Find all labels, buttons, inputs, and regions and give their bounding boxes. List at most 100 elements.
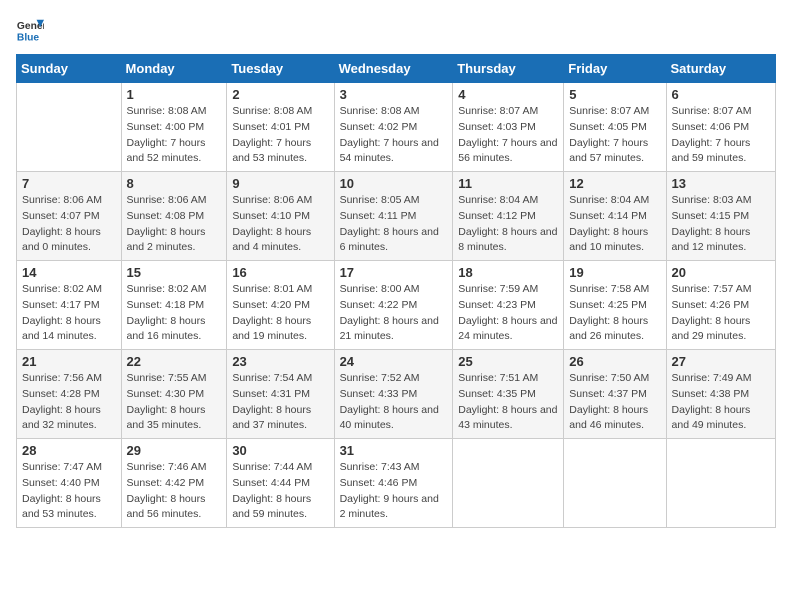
day-number: 11	[458, 176, 558, 191]
calendar-cell: 8Sunrise: 8:06 AMSunset: 4:08 PMDaylight…	[121, 172, 227, 261]
day-number: 10	[340, 176, 448, 191]
cell-info: Sunrise: 8:02 AMSunset: 4:18 PMDaylight:…	[127, 283, 207, 342]
cell-info: Sunrise: 8:06 AMSunset: 4:07 PMDaylight:…	[22, 194, 102, 253]
cell-info: Sunrise: 7:51 AMSunset: 4:35 PMDaylight:…	[458, 372, 557, 431]
cell-info: Sunrise: 8:02 AMSunset: 4:17 PMDaylight:…	[22, 283, 102, 342]
calendar-cell: 4Sunrise: 8:07 AMSunset: 4:03 PMDaylight…	[453, 83, 564, 172]
calendar-table: SundayMondayTuesdayWednesdayThursdayFrid…	[16, 54, 776, 528]
day-number: 1	[127, 87, 222, 102]
cell-info: Sunrise: 7:43 AMSunset: 4:46 PMDaylight:…	[340, 461, 439, 520]
day-number: 12	[569, 176, 660, 191]
cell-info: Sunrise: 8:07 AMSunset: 4:05 PMDaylight:…	[569, 105, 649, 164]
calendar-cell: 25 Sunrise: 7:51 AMSunset: 4:35 PMDayligh…	[453, 350, 564, 439]
cell-info: Sunrise: 7:55 AMSunset: 4:30 PMDaylight:…	[127, 372, 207, 431]
cell-info: Sunrise: 7:58 AMSunset: 4:25 PMDaylight:…	[569, 283, 649, 342]
cell-info: Sunrise: 7:47 AMSunset: 4:40 PMDaylight:…	[22, 461, 102, 520]
cell-info: Sunrise: 8:07 AMSunset: 4:03 PMDaylight:…	[458, 105, 557, 164]
calendar-cell: 23 Sunrise: 7:54 AMSunset: 4:31 PMDayligh…	[227, 350, 334, 439]
cell-info: Sunrise: 7:56 AMSunset: 4:28 PMDaylight:…	[22, 372, 102, 431]
day-number: 14	[22, 265, 116, 280]
weekday-header-cell: Wednesday	[334, 55, 453, 83]
page-header: General Blue	[16, 16, 776, 44]
cell-info: Sunrise: 7:46 AMSunset: 4:42 PMDaylight:…	[127, 461, 207, 520]
cell-info: Sunrise: 7:49 AMSunset: 4:38 PMDaylight:…	[672, 372, 752, 431]
day-number: 3	[340, 87, 448, 102]
day-number: 19	[569, 265, 660, 280]
calendar-cell: 26 Sunrise: 7:50 AMSunset: 4:37 PMDayligh…	[564, 350, 666, 439]
day-number: 9	[232, 176, 328, 191]
weekday-header-cell: Friday	[564, 55, 666, 83]
day-number: 20	[672, 265, 770, 280]
calendar-week-row: 21 Sunrise: 7:56 AMSunset: 4:28 PMDayligh…	[17, 350, 776, 439]
day-number: 16	[232, 265, 328, 280]
day-number: 6	[672, 87, 770, 102]
day-number: 24	[340, 354, 448, 369]
calendar-cell: 15 Sunrise: 8:02 AMSunset: 4:18 PMDayligh…	[121, 261, 227, 350]
calendar-cell: 22 Sunrise: 7:55 AMSunset: 4:30 PMDayligh…	[121, 350, 227, 439]
calendar-cell: 30Sunrise: 7:44 AMSunset: 4:44 PMDayligh…	[227, 439, 334, 528]
day-number: 7	[22, 176, 116, 191]
day-number: 22	[127, 354, 222, 369]
weekday-header-cell: Saturday	[666, 55, 775, 83]
cell-info: Sunrise: 8:04 AMSunset: 4:14 PMDaylight:…	[569, 194, 649, 253]
logo: General Blue	[16, 16, 44, 44]
cell-info: Sunrise: 8:08 AMSunset: 4:00 PMDaylight:…	[127, 105, 207, 164]
cell-info: Sunrise: 7:50 AMSunset: 4:37 PMDaylight:…	[569, 372, 649, 431]
cell-info: Sunrise: 7:54 AMSunset: 4:31 PMDaylight:…	[232, 372, 312, 431]
day-number: 13	[672, 176, 770, 191]
calendar-cell: 1 Sunrise: 8:08 AMSunset: 4:00 PMDaylight…	[121, 83, 227, 172]
calendar-cell: 3 Sunrise: 8:08 AMSunset: 4:02 PMDaylight…	[334, 83, 453, 172]
calendar-cell	[17, 83, 122, 172]
calendar-cell: 14 Sunrise: 8:02 AMSunset: 4:17 PMDayligh…	[17, 261, 122, 350]
logo-icon: General Blue	[16, 16, 44, 44]
calendar-cell: 29 Sunrise: 7:46 AMSunset: 4:42 PMDayligh…	[121, 439, 227, 528]
cell-info: Sunrise: 7:52 AMSunset: 4:33 PMDaylight:…	[340, 372, 439, 431]
day-number: 8	[127, 176, 222, 191]
day-number: 31	[340, 443, 448, 458]
cell-info: Sunrise: 8:08 AMSunset: 4:01 PMDaylight:…	[232, 105, 312, 164]
calendar-week-row: 14 Sunrise: 8:02 AMSunset: 4:17 PMDayligh…	[17, 261, 776, 350]
calendar-cell	[666, 439, 775, 528]
cell-info: Sunrise: 8:00 AMSunset: 4:22 PMDaylight:…	[340, 283, 439, 342]
day-number: 25	[458, 354, 558, 369]
weekday-header-cell: Thursday	[453, 55, 564, 83]
day-number: 28	[22, 443, 116, 458]
calendar-cell: 31 Sunrise: 7:43 AMSunset: 4:46 PMDayligh…	[334, 439, 453, 528]
calendar-cell: 6 Sunrise: 8:07 AMSunset: 4:06 PMDaylight…	[666, 83, 775, 172]
cell-info: Sunrise: 8:03 AMSunset: 4:15 PMDaylight:…	[672, 194, 752, 253]
day-number: 5	[569, 87, 660, 102]
calendar-cell: 18Sunrise: 7:59 AMSunset: 4:23 PMDayligh…	[453, 261, 564, 350]
calendar-cell: 24 Sunrise: 7:52 AMSunset: 4:33 PMDayligh…	[334, 350, 453, 439]
cell-info: Sunrise: 7:59 AMSunset: 4:23 PMDaylight:…	[458, 283, 557, 342]
calendar-cell: 27 Sunrise: 7:49 AMSunset: 4:38 PMDayligh…	[666, 350, 775, 439]
calendar-cell: 28 Sunrise: 7:47 AMSunset: 4:40 PMDayligh…	[17, 439, 122, 528]
calendar-cell: 9Sunrise: 8:06 AMSunset: 4:10 PMDaylight…	[227, 172, 334, 261]
calendar-week-row: 1 Sunrise: 8:08 AMSunset: 4:00 PMDaylight…	[17, 83, 776, 172]
calendar-cell	[564, 439, 666, 528]
calendar-cell: 20 Sunrise: 7:57 AMSunset: 4:26 PMDayligh…	[666, 261, 775, 350]
calendar-week-row: 28 Sunrise: 7:47 AMSunset: 4:40 PMDayligh…	[17, 439, 776, 528]
calendar-cell: 17Sunrise: 8:00 AMSunset: 4:22 PMDayligh…	[334, 261, 453, 350]
calendar-cell: 2Sunrise: 8:08 AMSunset: 4:01 PMDaylight…	[227, 83, 334, 172]
cell-info: Sunrise: 8:07 AMSunset: 4:06 PMDaylight:…	[672, 105, 752, 164]
calendar-cell: 11 Sunrise: 8:04 AMSunset: 4:12 PMDayligh…	[453, 172, 564, 261]
day-number: 23	[232, 354, 328, 369]
day-number: 29	[127, 443, 222, 458]
svg-text:Blue: Blue	[17, 32, 40, 43]
weekday-header-cell: Sunday	[17, 55, 122, 83]
cell-info: Sunrise: 8:01 AMSunset: 4:20 PMDaylight:…	[232, 283, 312, 342]
cell-info: Sunrise: 7:57 AMSunset: 4:26 PMDaylight:…	[672, 283, 752, 342]
calendar-cell: 13 Sunrise: 8:03 AMSunset: 4:15 PMDayligh…	[666, 172, 775, 261]
calendar-cell: 16 Sunrise: 8:01 AMSunset: 4:20 PMDayligh…	[227, 261, 334, 350]
day-number: 30	[232, 443, 328, 458]
day-number: 21	[22, 354, 116, 369]
cell-info: Sunrise: 8:08 AMSunset: 4:02 PMDaylight:…	[340, 105, 439, 164]
cell-info: Sunrise: 8:04 AMSunset: 4:12 PMDaylight:…	[458, 194, 557, 253]
cell-info: Sunrise: 8:05 AMSunset: 4:11 PMDaylight:…	[340, 194, 439, 253]
calendar-cell: 12 Sunrise: 8:04 AMSunset: 4:14 PMDayligh…	[564, 172, 666, 261]
calendar-week-row: 7 Sunrise: 8:06 AMSunset: 4:07 PMDaylight…	[17, 172, 776, 261]
weekday-header-cell: Monday	[121, 55, 227, 83]
day-number: 26	[569, 354, 660, 369]
day-number: 15	[127, 265, 222, 280]
day-number: 27	[672, 354, 770, 369]
